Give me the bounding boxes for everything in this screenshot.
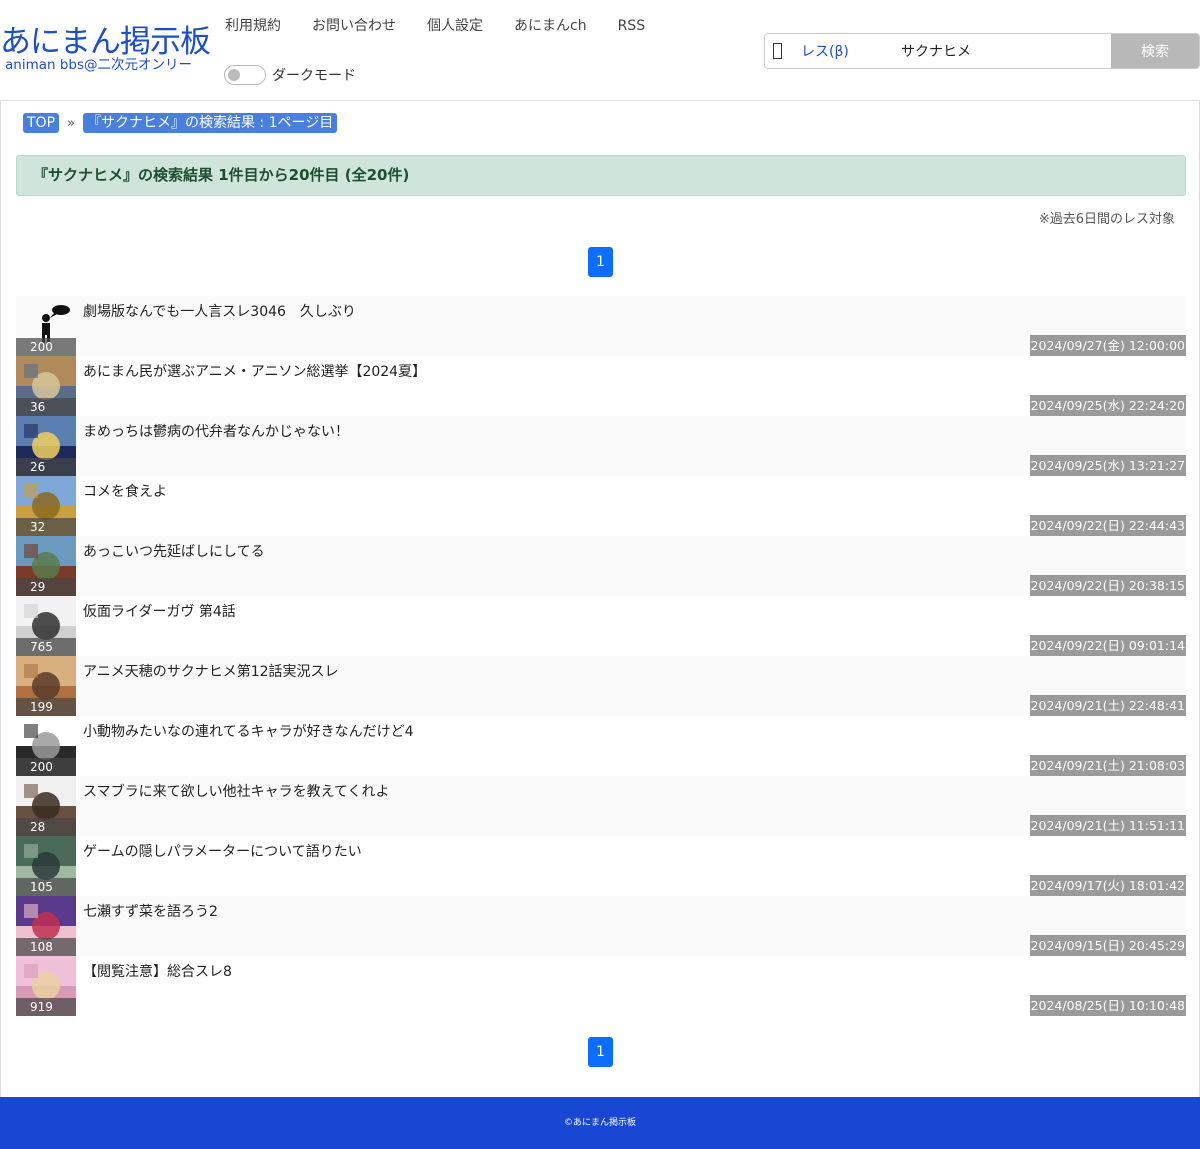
thread-thumbnail[interactable]: 919	[16, 956, 76, 1016]
thread-title[interactable]: コメを食えよ	[83, 481, 167, 501]
reply-count: 32	[16, 518, 76, 536]
reply-count: 28	[16, 818, 76, 836]
thread-title[interactable]: 七瀬すず菜を語ろう2	[83, 901, 218, 921]
thread-title[interactable]: 【閲覧注意】総合スレ8	[83, 961, 232, 981]
nav-settings[interactable]: 個人設定	[427, 16, 483, 36]
nav-terms[interactable]: 利用規約	[225, 16, 281, 36]
reply-count: 105	[16, 878, 76, 896]
thread-date: 2024/08/25(日) 10:10:48	[1029, 995, 1186, 1016]
dark-mode-toggle[interactable]: ダークモード	[224, 65, 356, 85]
result-header: 『サクナヒメ』の検索結果 1件目から20件目 (全20件)	[16, 155, 1186, 196]
reply-count: 765	[16, 638, 76, 656]
reply-count: 26	[16, 458, 76, 476]
thread-date: 2024/09/21(土) 21:08:03	[1029, 755, 1186, 776]
site-logo[interactable]: あにまん掲示板 animan bbs@二次元オンリー	[0, 24, 211, 73]
thread-title[interactable]: まめっちは鬱病の代弁者なんかじゃない！	[83, 421, 349, 441]
search-bar: レス(β) 検索	[764, 33, 1200, 69]
thread-row[interactable]: 200 小動物みたいなの連れてるキャラが好きなんだけど4 2024/09/21(土)…	[16, 716, 1186, 776]
thread-thumbnail[interactable]: 32	[16, 476, 76, 536]
thread-thumbnail[interactable]: 765	[16, 596, 76, 656]
nav-animanch[interactable]: あにまんch	[514, 16, 587, 36]
thread-row[interactable]: 199 アニメ天穂のサクナヒメ第12話実況スレ 2024/09/21(土) 22:4…	[16, 656, 1186, 716]
thread-row[interactable]: 105 ゲームの隠しパラメーターについて語りたい 2024/09/17(火) 18:…	[16, 836, 1186, 896]
thread-title[interactable]: 小動物みたいなの連れてるキャラが好きなんだけど4	[83, 721, 414, 741]
logo-title[interactable]: あにまん掲示板	[0, 24, 211, 60]
reply-count: 36	[16, 398, 76, 416]
thread-title[interactable]: 劇場版なんでも一人言スレ3046 久しぶり	[83, 301, 356, 321]
reply-count: 29	[16, 578, 76, 596]
logo-subtitle: animan bbs@二次元オンリー	[5, 57, 193, 73]
thread-thumbnail[interactable]: 36	[16, 356, 76, 416]
thread-date: 2024/09/21(土) 22:48:41	[1029, 695, 1186, 716]
thread-date: 2024/09/22(日) 22:44:43	[1029, 515, 1186, 536]
thread-title[interactable]: あっこいつ先延ばしにしてる	[83, 541, 265, 561]
search-scope-note: ※過去6日間のレス対象	[1038, 212, 1175, 227]
thread-date: 2024/09/25(水) 22:24:20	[1029, 395, 1186, 416]
search-type-icon	[773, 43, 782, 59]
thread-thumbnail[interactable]: 200	[16, 296, 76, 356]
thread-title[interactable]: あにまん民が選ぶアニメ・アニソン総選挙【2024夏】	[83, 361, 426, 381]
pagination-bottom-page[interactable]: 1	[588, 1037, 613, 1067]
thread-thumbnail[interactable]: 200	[16, 716, 76, 776]
thread-row[interactable]: 32 コメを食えよ 2024/09/22(日) 22:44:43	[16, 476, 1186, 536]
thread-row[interactable]: 29 あっこいつ先延ばしにしてる 2024/09/22(日) 20:38:15	[16, 536, 1186, 596]
thread-thumbnail[interactable]: 105	[16, 836, 76, 896]
reply-count: 199	[16, 698, 76, 716]
search-button[interactable]: 検索	[1111, 34, 1199, 68]
thread-row[interactable]: 765 仮面ライダーガヴ 第4話 2024/09/22(日) 09:01:14	[16, 596, 1186, 656]
thread-date: 2024/09/15(日) 20:45:29	[1029, 935, 1186, 956]
thread-title[interactable]: 仮面ライダーガヴ 第4話	[83, 601, 236, 621]
breadcrumb: TOP » 『サクナヒメ』の検索結果 : 1ページ目	[23, 113, 338, 133]
reply-count: 200	[16, 338, 76, 356]
pagination-top-page[interactable]: 1	[588, 247, 613, 277]
reply-count: 108	[16, 938, 76, 956]
thread-row[interactable]: 28 スマブラに来て欲しい他社キャラを教えてくれよ 2024/09/21(土) 11…	[16, 776, 1186, 836]
top-nav: 利用規約 お問い合わせ 個人設定 あにまんch RSS	[225, 16, 676, 36]
thread-thumbnail[interactable]: 28	[16, 776, 76, 836]
thread-row[interactable]: 36 あにまん民が選ぶアニメ・アニソン総選挙【2024夏】 2024/09/25(水…	[16, 356, 1186, 416]
thread-title[interactable]: スマブラに来て欲しい他社キャラを教えてくれよ	[83, 781, 389, 801]
breadcrumb-current[interactable]: 『サクナヒメ』の検索結果 : 1ページ目	[82, 113, 338, 133]
dark-mode-label: ダークモード	[272, 68, 356, 84]
thread-date: 2024/09/21(土) 11:51:11	[1029, 815, 1186, 836]
reply-count: 919	[16, 998, 76, 1016]
reply-count: 200	[16, 758, 76, 776]
thread-thumbnail[interactable]: 199	[16, 656, 76, 716]
thread-date: 2024/09/22(日) 09:01:14	[1029, 635, 1186, 656]
thread-date: 2024/09/25(水) 13:21:27	[1029, 455, 1186, 476]
search-type-label: レス(β)	[801, 44, 849, 60]
nav-contact[interactable]: お問い合わせ	[312, 16, 396, 36]
dark-mode-switch[interactable]	[224, 65, 266, 85]
site-footer: ©あにまん掲示板	[0, 1097, 1200, 1149]
thread-list: 200 劇場版なんでも一人言スレ3046 久しぶり 2024/09/27(金) 12…	[16, 296, 1186, 1016]
thread-row[interactable]: 108 七瀬すず菜を語ろう2 2024/09/15(日) 20:45:29	[16, 896, 1186, 956]
thread-thumbnail[interactable]: 26	[16, 416, 76, 476]
thread-title[interactable]: アニメ天穂のサクナヒメ第12話実況スレ	[83, 661, 339, 681]
thread-date: 2024/09/22(日) 20:38:15	[1029, 575, 1186, 596]
breadcrumb-separator: »	[67, 115, 75, 131]
thread-row[interactable]: 26 まめっちは鬱病の代弁者なんかじゃない！ 2024/09/25(水) 13:21…	[16, 416, 1186, 476]
thread-title[interactable]: ゲームの隠しパラメーターについて語りたい	[83, 841, 362, 861]
thread-thumbnail[interactable]: 108	[16, 896, 76, 956]
nav-rss[interactable]: RSS	[618, 16, 646, 36]
thread-row[interactable]: 200 劇場版なんでも一人言スレ3046 久しぶり 2024/09/27(金) 12…	[16, 296, 1186, 356]
thread-date: 2024/09/17(火) 18:01:42	[1029, 875, 1186, 896]
search-type-select[interactable]: レス(β)	[765, 34, 885, 68]
breadcrumb-top[interactable]: TOP	[23, 113, 60, 133]
thread-date: 2024/09/27(金) 12:00:00	[1029, 335, 1186, 356]
main-content: TOP » 『サクナヒメ』の検索結果 : 1ページ目 『サクナヒメ』の検索結果 …	[0, 101, 1200, 1097]
thread-thumbnail[interactable]: 29	[16, 536, 76, 596]
search-input[interactable]	[885, 34, 1111, 68]
thread-row[interactable]: 919 【閲覧注意】総合スレ8 2024/08/25(日) 10:10:48	[16, 956, 1186, 1016]
site-header: あにまん掲示板 animan bbs@二次元オンリー 利用規約 お問い合わせ 個…	[0, 0, 1200, 101]
